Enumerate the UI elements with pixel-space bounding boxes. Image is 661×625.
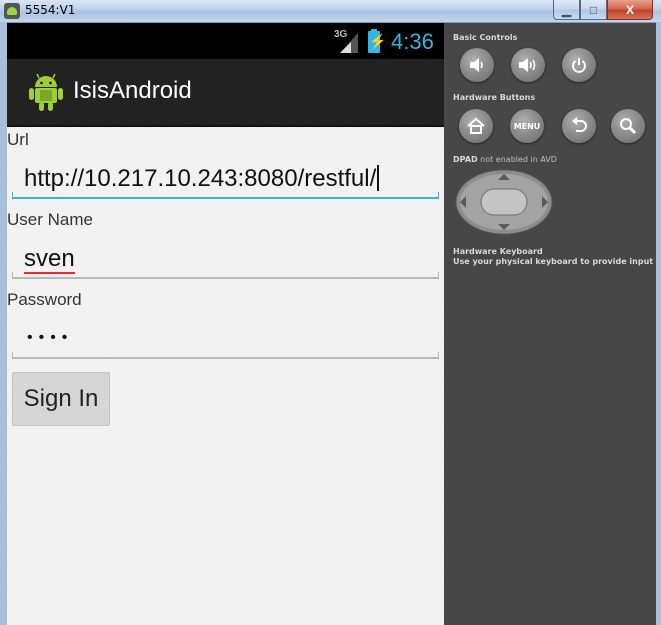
- search-icon: [620, 118, 637, 135]
- search-button[interactable]: [611, 109, 645, 143]
- text-cursor: [377, 165, 380, 191]
- dpad-note: DPAD not enabled in AVD: [453, 155, 557, 164]
- sign-in-button[interactable]: Sign In: [12, 372, 110, 426]
- dpad-note-bold: DPAD: [453, 155, 478, 164]
- action-bar: IsisAndroid: [7, 59, 444, 127]
- emulator-control-panel: Basic Controls Hardware Buttons MENU DPA…: [444, 23, 656, 625]
- app-title: IsisAndroid: [73, 77, 192, 104]
- status-clock: 4:36: [391, 29, 434, 54]
- hardware-buttons-heading: Hardware Buttons: [453, 93, 536, 102]
- url-input[interactable]: http://10.217.10.243:8080/restful/: [24, 165, 380, 193]
- password-label: Password: [7, 290, 82, 309]
- volume-up-icon: [519, 58, 536, 72]
- username-value: sven: [24, 245, 75, 274]
- basic-controls-heading: Basic Controls: [453, 33, 518, 42]
- password-input-underline: [12, 352, 439, 359]
- hardware-keyboard-note: Hardware Keyboard Use your physical keyb…: [453, 247, 653, 267]
- volume-up-button[interactable]: [511, 48, 545, 82]
- url-value: http://10.217.10.243:8080/restful/: [24, 165, 377, 192]
- username-input[interactable]: sven: [24, 245, 75, 274]
- android-screen: 3G ⚡ 4:36 IsisAndroid Url http://10.217.…: [7, 23, 444, 625]
- window-title: 5554:V1: [25, 3, 76, 17]
- close-button[interactable]: X: [607, 0, 653, 20]
- battery-charging-icon: ⚡: [368, 29, 386, 53]
- url-input-underline: [12, 192, 439, 199]
- password-input[interactable]: ••••: [27, 329, 73, 347]
- back-arrow-icon: [572, 117, 587, 132]
- hardware-keyboard-desc: Use your physical keyboard to provide in…: [453, 257, 654, 266]
- home-button[interactable]: [459, 109, 493, 143]
- volume-down-button[interactable]: [460, 48, 494, 82]
- status-bar: 3G ⚡ 4:36: [7, 23, 444, 59]
- username-input-underline: [12, 272, 439, 279]
- window-frame-left: [0, 22, 7, 625]
- window-frame-right: [656, 22, 661, 625]
- dpad-control[interactable]: [455, 169, 553, 235]
- minimize-button[interactable]: ▁: [553, 0, 580, 20]
- maximize-button[interactable]: □: [580, 0, 607, 20]
- dpad-note-text: not enabled in AVD: [480, 155, 557, 164]
- url-label: Url: [7, 130, 29, 149]
- hardware-keyboard-title: Hardware Keyboard: [453, 247, 543, 256]
- menu-button[interactable]: MENU: [510, 109, 544, 143]
- power-button[interactable]: [562, 48, 596, 82]
- power-icon: [572, 58, 586, 73]
- username-label: User Name: [7, 210, 93, 229]
- volume-down-icon: [470, 58, 483, 72]
- android-logo-icon: [29, 73, 63, 111]
- home-icon: [467, 117, 485, 134]
- emulator-app-icon: [4, 3, 20, 19]
- menu-button-label: MENU: [513, 121, 541, 131]
- window-controls: ▁ □ X: [553, 0, 653, 20]
- signal-icon: 3G: [334, 29, 360, 55]
- window-titlebar: 5554:V1 ▁ □ X: [0, 0, 661, 23]
- back-button[interactable]: [562, 109, 596, 143]
